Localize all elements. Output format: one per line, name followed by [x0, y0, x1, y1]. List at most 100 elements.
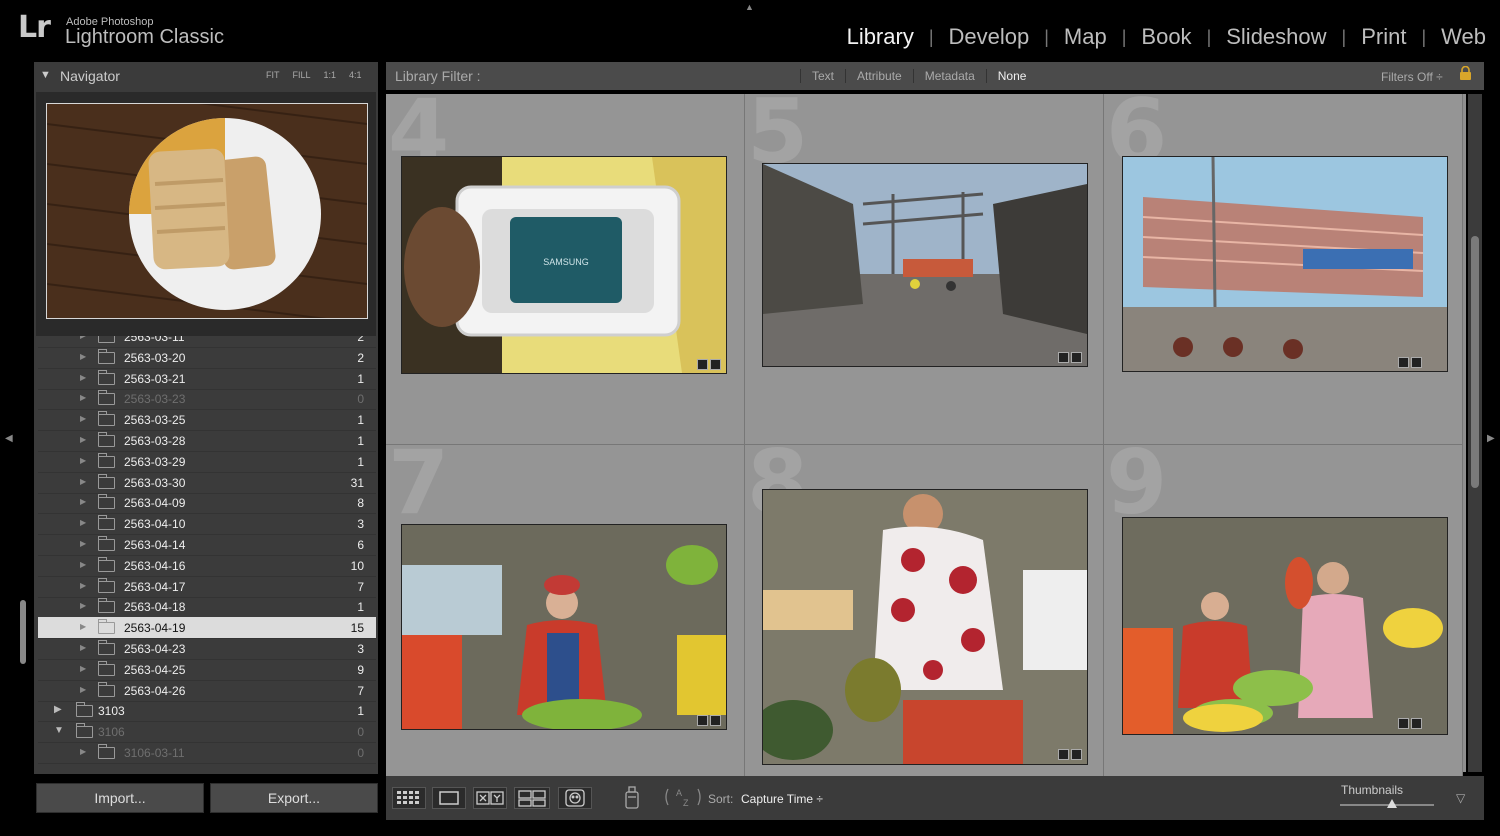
grid-cell[interactable]: 6: [1104, 94, 1463, 445]
thumbnail-badge-icon[interactable]: [1398, 357, 1424, 369]
folder-row[interactable]: ▶ 2563-04-26 7: [38, 680, 376, 702]
module-book[interactable]: Book: [1139, 24, 1193, 50]
grid-cell[interactable]: 5: [745, 94, 1104, 445]
cell-index-number: 7: [388, 445, 450, 534]
library-filter-label: Library Filter :: [395, 68, 481, 84]
import-button[interactable]: Import...: [36, 783, 204, 813]
folder-row[interactable]: ▶ 2563-03-23 0: [38, 388, 376, 411]
module-web[interactable]: Web: [1439, 24, 1488, 50]
module-develop[interactable]: Develop: [947, 24, 1032, 50]
folder-row[interactable]: ▶ 2563-03-25 1: [38, 409, 376, 432]
navigator-zoom-option[interactable]: FILL: [293, 70, 311, 80]
grid-scrollbar-thumb[interactable]: [1471, 236, 1479, 488]
expand-right-triangle-icon[interactable]: ▶: [80, 581, 86, 590]
expand-right-triangle-icon[interactable]: ▶: [80, 373, 86, 382]
expand-right-triangle-icon[interactable]: ▶: [80, 435, 86, 444]
folder-row[interactable]: ▼ 3106 0: [38, 721, 376, 744]
navigator-zoom-option[interactable]: 4:1: [349, 70, 362, 80]
expand-right-triangle-icon[interactable]: ▶: [80, 664, 86, 673]
expand-right-triangle-icon[interactable]: ▶: [80, 414, 86, 423]
expand-right-triangle-icon[interactable]: ▶: [80, 747, 86, 756]
filter-option-attribute[interactable]: Attribute: [845, 69, 913, 83]
collapse-triangle-icon[interactable]: ▼: [40, 69, 51, 81]
sort-order-dropdown[interactable]: Capture Time ÷: [741, 792, 823, 806]
thumbnail-image[interactable]: [401, 524, 727, 730]
navigator-preview-image[interactable]: [46, 103, 368, 319]
expand-right-triangle-icon[interactable]: ▶: [80, 477, 86, 486]
right-panel-toggle-icon[interactable]: ▶: [1487, 433, 1495, 444]
thumbnail-image[interactable]: [1122, 517, 1448, 735]
thumbnail-badge-icon[interactable]: [1398, 718, 1424, 730]
expand-right-triangle-icon[interactable]: ▶: [80, 601, 86, 610]
module-map[interactable]: Map: [1062, 24, 1109, 50]
compare-view-button[interactable]: [473, 787, 507, 809]
expand-right-triangle-icon[interactable]: ▶: [80, 393, 86, 402]
filter-options: Text Attribute Metadata None: [800, 69, 1037, 83]
loupe-view-button[interactable]: [432, 787, 466, 809]
lock-icon[interactable]: [1459, 65, 1472, 80]
folder-row[interactable]: ▶ 3106-03-11 0: [38, 742, 376, 764]
folder-row[interactable]: ▶ 2563-04-25 9: [38, 659, 376, 681]
expand-right-triangle-icon[interactable]: ▶: [80, 497, 86, 506]
expand-right-triangle-icon[interactable]: ▶: [80, 539, 86, 548]
painter-spray-can-icon[interactable]: [622, 784, 642, 815]
thumbnail-badge-icon[interactable]: [697, 359, 723, 371]
expand-right-triangle-icon[interactable]: ▶: [80, 643, 86, 652]
filter-option-metadata[interactable]: Metadata: [912, 69, 986, 83]
folder-row[interactable]: ▶ 2563-04-14 6: [38, 534, 376, 556]
navigator-zoom-options: FIT FILL 1:1 4:1: [266, 70, 362, 80]
module-library[interactable]: Library: [845, 24, 916, 50]
expand-right-triangle-icon[interactable]: ▶: [80, 560, 86, 569]
folder-row[interactable]: ▶ 2563-04-17 7: [38, 576, 376, 598]
folder-name: 2563-03-28: [124, 434, 186, 448]
thumbnail-image[interactable]: [762, 489, 1088, 765]
folder-row[interactable]: ▶ 2563-04-16 10: [38, 555, 376, 577]
expand-down-triangle-icon[interactable]: ▼: [54, 725, 64, 736]
grid-cell[interactable]: 9: [1104, 445, 1463, 796]
thumbnail-badge-icon[interactable]: [697, 715, 723, 727]
thumbnail-image[interactable]: SAMSUNG: [401, 156, 727, 374]
thumbnail-image[interactable]: [762, 163, 1088, 367]
people-view-button[interactable]: [558, 787, 592, 809]
folder-row[interactable]: ▶ 2563-04-10 3: [38, 513, 376, 536]
folder-row[interactable]: ▶ 2563-03-28 1: [38, 430, 376, 452]
expand-right-triangle-icon[interactable]: ▶: [80, 518, 86, 527]
navigator-zoom-option[interactable]: FIT: [266, 70, 280, 80]
module-slideshow[interactable]: Slideshow: [1224, 24, 1328, 50]
folder-row[interactable]: ▶ 2563-04-18 1: [38, 596, 376, 619]
folder-row[interactable]: ▶ 3103 1: [38, 700, 376, 723]
folder-row[interactable]: ▶ 2563-03-29 1: [38, 451, 376, 473]
panel-toggle-top-icon[interactable]: ▲: [745, 2, 754, 12]
folder-row[interactable]: ▶ 2563-04-19 15: [38, 617, 376, 640]
expand-right-triangle-icon[interactable]: ▶: [80, 622, 86, 631]
grid-cell[interactable]: 4 SAMSUNG: [386, 94, 745, 445]
filter-option-text[interactable]: Text: [800, 69, 845, 83]
expand-right-triangle-icon[interactable]: ▶: [80, 456, 86, 465]
grid-cell[interactable]: 7: [386, 445, 745, 796]
navigator-zoom-option[interactable]: 1:1: [324, 70, 337, 80]
folder-row[interactable]: ▶ 2563-03-30 31: [38, 472, 376, 494]
thumbnail-badge-icon[interactable]: [1058, 749, 1084, 761]
expand-right-triangle-icon[interactable]: ▶: [80, 336, 86, 340]
folder-row[interactable]: ▶ 2563-03-21 1: [38, 368, 376, 390]
grid-view-button[interactable]: [392, 787, 426, 809]
sort-direction-icon[interactable]: AZ: [664, 785, 702, 814]
filters-preset-dropdown[interactable]: Filters Off ÷: [1381, 70, 1443, 84]
grid-cell[interactable]: 8: [745, 445, 1104, 796]
thumbnail-size-slider-knob[interactable]: [1386, 799, 1397, 808]
folder-row[interactable]: ▶ 2563-04-09 8: [38, 492, 376, 515]
expand-right-triangle-icon[interactable]: ▶: [54, 704, 62, 715]
left-panel-scrollbar[interactable]: [20, 600, 26, 664]
module-print[interactable]: Print: [1359, 24, 1408, 50]
survey-view-button[interactable]: [514, 787, 550, 809]
export-button[interactable]: Export...: [210, 783, 378, 813]
thumbnail-badge-icon[interactable]: [1058, 352, 1084, 364]
folder-row[interactable]: ▶ 2563-03-20 2: [38, 347, 376, 369]
filter-option-none[interactable]: None: [985, 69, 1038, 83]
expand-right-triangle-icon[interactable]: ▶: [80, 685, 86, 694]
toolbar-options-chevron-icon[interactable]: ▽: [1456, 791, 1465, 805]
folder-row[interactable]: ▶ 2563-04-23 3: [38, 638, 376, 660]
expand-right-triangle-icon[interactable]: ▶: [80, 352, 86, 361]
left-panel-toggle-icon[interactable]: ◀: [5, 433, 13, 444]
thumbnail-image[interactable]: [1122, 156, 1448, 372]
